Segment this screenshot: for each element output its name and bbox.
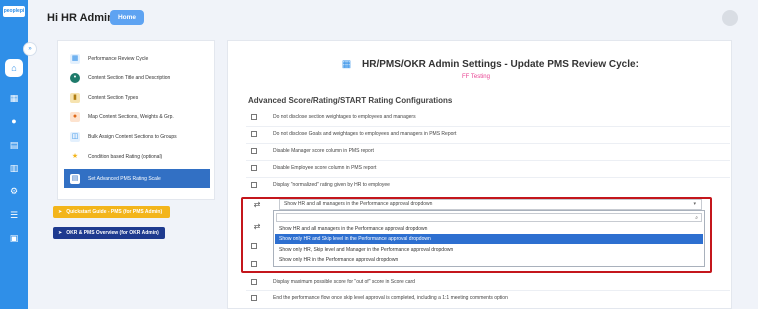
chart-icon[interactable]: ▥ [8, 162, 20, 174]
checkbox[interactable] [251, 148, 257, 154]
option-label: Do not disclose Goals and weightages to … [273, 131, 457, 137]
menu-item-performance-review-cycle[interactable]: ▦ Performance Review Cycle [64, 50, 210, 68]
dropdown-option[interactable]: Show only HR in the Performance approval… [275, 255, 703, 265]
page-title: HR/PMS/OKR Admin Settings - Update PMS R… [362, 59, 639, 70]
option-hide-goals-weightages: Do not disclose Goals and weightages to … [251, 129, 456, 139]
option-label: Display "normalized" rating given by HR … [273, 182, 390, 188]
clipboard-icon: ▮ [70, 93, 80, 103]
caret-down-icon: ▾ [693, 201, 696, 207]
swap-arrows-icon: ⇄ [253, 222, 261, 231]
document-icon[interactable]: ▤ [8, 139, 20, 151]
option-label: Disable Manager score column in PMS repo… [273, 148, 374, 154]
checkbox[interactable] [251, 243, 257, 249]
home-button[interactable]: Home [110, 10, 144, 25]
option-hide-section-weightages: Do not disclose section weightages to em… [251, 112, 416, 122]
dropdown-option-selected[interactable]: Show only HR and Skip level in the Perfo… [275, 234, 703, 244]
menu-item-map-content-sections[interactable]: ● Map Content Sections, Weights & Grp. [64, 108, 210, 126]
option-display-normalized-rating: Display "normalized" rating given by HR … [251, 180, 390, 190]
dropdown-search-input[interactable]: ⌕ [276, 213, 702, 222]
calendar-icon: ▦ [70, 54, 80, 64]
row-divider [246, 126, 730, 127]
calendar-icon[interactable]: ▦ [8, 92, 20, 104]
home-icon[interactable]: ⌂ [5, 59, 23, 77]
grid-icon[interactable]: ▣ [8, 232, 20, 244]
menu-item-content-section-title[interactable]: • Content Section Title and Description [64, 69, 210, 87]
greeting-text: Hi HR Admin [47, 12, 114, 24]
user-avatar[interactable] [722, 10, 738, 26]
settings-menu-panel: ▦ Performance Review Cycle • Content Sec… [57, 40, 215, 200]
circle-icon: • [70, 73, 80, 83]
menu-item-label: Set Advanced PMS Rating Scale [88, 175, 161, 182]
option-disable-employee-score: Disable Employee score column in PMS rep… [251, 163, 376, 173]
swap-arrows-icon: ⇄ [253, 200, 261, 209]
star-icon: ★ [71, 153, 79, 160]
search-icon: ⌕ [695, 215, 698, 221]
menu-item-bulk-assign[interactable]: ◫ Bulk Assign Content Sections to Groups [64, 128, 210, 146]
scale-icon: ▤ [70, 173, 80, 184]
checkbox[interactable] [251, 114, 257, 120]
quickstart-label: Quickstart Guide - PMS (for PMS Admin) [66, 209, 163, 215]
app-logo[interactable]: peoplepi [3, 6, 25, 17]
option-display-max-score: Display maximum possible score for "out … [251, 277, 415, 287]
person-map-icon: ● [70, 112, 80, 122]
option-label: Display maximum possible score for "out … [273, 279, 415, 285]
checkbox[interactable] [251, 295, 257, 301]
approval-dropdown-select[interactable]: Show HR and all managers in the Performa… [279, 199, 702, 210]
approval-dropdown-menu: ⌕ Show HR and all managers in the Perfor… [273, 210, 705, 267]
checkbox[interactable] [251, 131, 257, 137]
rocket-icon: ➤ [58, 209, 63, 215]
option-label: Do not disclose section weightages to em… [273, 114, 416, 120]
select-value: Show HR and all managers in the Performa… [284, 201, 433, 207]
row-divider [246, 160, 730, 161]
menu-item-label: Condition based Rating (optional) [88, 154, 163, 160]
list-icon[interactable]: ☰ [8, 209, 20, 221]
menu-item-label: Performance Review Cycle [88, 56, 149, 62]
menu-item-label: Content Section Title and Description [88, 75, 171, 81]
menu-item-content-section-types[interactable]: ▮ Content Section Types [64, 89, 210, 107]
row-divider [246, 290, 730, 291]
row-divider [246, 177, 730, 178]
settings-icon[interactable]: ⚙ [8, 185, 20, 197]
quickstart-guide-button[interactable]: ➤ Quickstart Guide - PMS (for PMS Admin) [53, 206, 170, 218]
row-divider [246, 143, 730, 144]
option-label: Disable Employee score column in PMS rep… [273, 165, 377, 171]
okr-pms-overview-button[interactable]: ➤ OKR & PMS Overview (for OKR Admin) [53, 227, 165, 239]
checkbox[interactable] [251, 261, 257, 267]
checkbox[interactable] [251, 279, 257, 285]
checkbox[interactable] [251, 182, 257, 188]
menu-item-advanced-pms-rating-scale[interactable]: ▤ Set Advanced PMS Rating Scale [64, 169, 210, 188]
menu-item-label: Content Section Types [88, 95, 139, 101]
checkbox[interactable] [251, 165, 257, 171]
review-cycle-name: FF Testing [462, 74, 490, 80]
option-end-performance-flow: End the performance flow once skip level… [251, 293, 508, 303]
page-title-row: ▦ HR/PMS/OKR Admin Settings - Update PMS… [340, 58, 639, 71]
rocket-icon: ➤ [58, 230, 63, 236]
bulk-icon: ◫ [70, 132, 80, 142]
calendar-icon: ▦ [341, 59, 352, 70]
overview-label: OKR & PMS Overview (for OKR Admin) [66, 230, 159, 236]
menu-item-label: Map Content Sections, Weights & Grp. [88, 114, 174, 120]
menu-item-label: Bulk Assign Content Sections to Groups [88, 134, 177, 140]
people-icon[interactable]: ● [8, 115, 20, 127]
menu-item-condition-based-rating[interactable]: ★ Condition based Rating (optional) [64, 148, 210, 166]
top-header: Hi HR Admin Home [28, 0, 758, 36]
section-heading: Advanced Score/Rating/START Rating Confi… [248, 96, 453, 105]
rail-toggle-button[interactable]: » [23, 42, 37, 56]
option-label: End the performance flow once skip level… [273, 295, 508, 301]
dropdown-option[interactable]: Show HR and all managers in the Performa… [275, 224, 703, 234]
option-disable-manager-score: Disable Manager score column in PMS repo… [251, 146, 374, 156]
dropdown-option[interactable]: Show only HR, Skip level and Manager in … [275, 245, 703, 255]
